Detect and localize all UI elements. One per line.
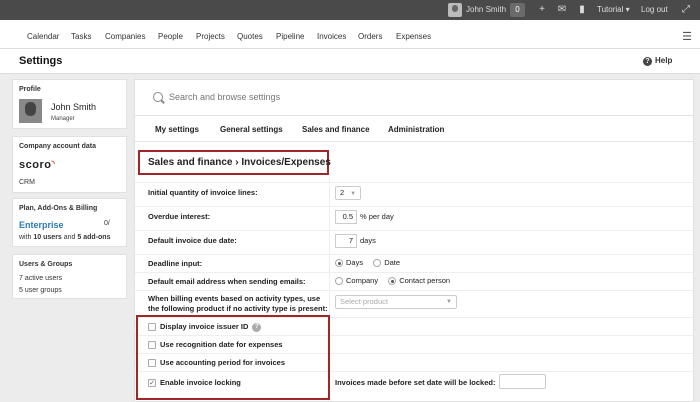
- plan-card[interactable]: Plan, Add-Ons & Billing Enterprise 0/ wi…: [12, 198, 127, 247]
- logo-mark-icon: ◝: [51, 159, 56, 168]
- mail-icon[interactable]: ✉: [556, 4, 568, 16]
- billing-product-label: When billing events based on activity ty…: [148, 294, 328, 313]
- plus-icon[interactable]: +: [536, 4, 548, 16]
- section-title-box: Sales and finance › Invoices/Expenses: [138, 150, 331, 175]
- user-groups-count: 5 user groups: [19, 287, 62, 294]
- nav-item-projects[interactable]: Projects: [196, 32, 225, 41]
- settings-tabs: My settings General settings Sales and f…: [135, 116, 693, 142]
- nav-item-companies[interactable]: Companies: [105, 32, 145, 41]
- overdue-interest-value: 0.5% per day: [335, 210, 394, 224]
- setting-row-default-email: Default email address when sending email…: [135, 272, 693, 290]
- page-title: Settings: [19, 55, 63, 67]
- plan-name[interactable]: Enterprise: [19, 220, 64, 230]
- overdue-interest-input[interactable]: 0.5: [335, 210, 357, 224]
- settings-header: Settings ? Help: [0, 49, 700, 74]
- nav-item-orders[interactable]: Orders: [358, 32, 382, 41]
- hamburger-menu-icon[interactable]: ☰: [682, 30, 692, 43]
- tab-sales-and-finance[interactable]: Sales and finance: [302, 125, 370, 134]
- radio-icon: [373, 259, 382, 268]
- tab-administration[interactable]: Administration: [388, 125, 444, 134]
- overdue-interest-label: Overdue interest:: [148, 212, 211, 221]
- plan-count: 0/: [104, 220, 110, 227]
- setting-row-due-date: Default invoice due date: 7 days: [135, 230, 693, 252]
- deadline-input-label: Deadline input:: [148, 259, 203, 268]
- tab-general-settings[interactable]: General settings: [220, 125, 283, 134]
- logout-link[interactable]: Log out: [641, 5, 668, 14]
- deadline-option-date[interactable]: Date: [373, 258, 400, 268]
- radio-selected-icon: [388, 277, 397, 286]
- top-bar: John Smith 0 + ✉ ▮ Tutorial ▾ Log out ⤢: [0, 0, 700, 20]
- bookmark-icon[interactable]: ▮: [576, 4, 588, 16]
- nav-item-invoices[interactable]: Invoices: [317, 32, 346, 41]
- billing-product-select[interactable]: Select product ▼: [335, 295, 457, 309]
- email-option-company[interactable]: Company: [335, 276, 378, 286]
- company-logo: scoro◝: [19, 159, 56, 171]
- card-title: Company account data: [19, 143, 97, 150]
- card-title: Profile: [19, 86, 41, 93]
- deadline-option-days[interactable]: Days: [335, 258, 363, 268]
- chevron-down-icon: ▼: [350, 191, 357, 197]
- help-button[interactable]: ? Help: [643, 56, 672, 66]
- deadline-input-options: Days Date: [335, 258, 400, 268]
- email-option-contact-person[interactable]: Contact person: [388, 276, 450, 286]
- nav-item-expenses[interactable]: Expenses: [396, 32, 431, 41]
- nav-item-quotes[interactable]: Quotes: [237, 32, 263, 41]
- card-title: Plan, Add-Ons & Billing: [19, 205, 98, 212]
- company-card[interactable]: Company account data scoro◝ CRM: [12, 136, 127, 193]
- nav-item-people[interactable]: People: [158, 32, 183, 41]
- notification-count-badge[interactable]: 0: [510, 3, 525, 17]
- search-bar: [135, 80, 693, 116]
- user-name[interactable]: John Smith: [466, 5, 506, 14]
- nav-item-pipeline[interactable]: Pipeline: [276, 32, 304, 41]
- active-users-count: 7 active users: [19, 275, 63, 282]
- default-email-options: Company Contact person: [335, 276, 450, 286]
- user-avatar-small[interactable]: [448, 3, 462, 17]
- lock-date-input[interactable]: [499, 374, 546, 389]
- setting-row-billing-product: When billing events based on activity ty…: [135, 290, 693, 316]
- setting-row-invoice-lines: Initial quantity of invoice lines: 2 ▼: [135, 182, 693, 204]
- main-nav: Calendar Tasks Companies People Projects…: [0, 20, 700, 49]
- tutorial-dropdown[interactable]: Tutorial ▾: [597, 5, 630, 14]
- expand-icon[interactable]: ⤢: [680, 4, 692, 16]
- due-date-value: 7 days: [335, 234, 376, 248]
- settings-panel: My settings General settings Sales and f…: [134, 79, 694, 402]
- nav-item-calendar[interactable]: Calendar: [27, 32, 59, 41]
- default-email-label: Default email address when sending email…: [148, 277, 306, 286]
- avatar: [19, 99, 42, 123]
- setting-row-overdue-interest: Overdue interest: 0.5% per day: [135, 206, 693, 228]
- invoice-lines-select[interactable]: 2 ▼: [335, 186, 362, 200]
- question-icon: ?: [643, 57, 652, 66]
- search-icon: [153, 92, 163, 102]
- card-title: Users & Groups: [19, 261, 73, 268]
- search-input[interactable]: [169, 90, 569, 104]
- setting-row-deadline-input: Deadline input: Days Date: [135, 254, 693, 272]
- tab-my-settings[interactable]: My settings: [155, 125, 199, 134]
- due-date-input[interactable]: 7: [335, 234, 357, 248]
- radio-selected-icon: [335, 259, 343, 268]
- profile-name: John Smith: [51, 102, 97, 112]
- radio-icon: [335, 277, 343, 286]
- due-date-label: Default invoice due date:: [148, 236, 237, 245]
- plan-description: with 10 users and 5 add-ons: [19, 234, 111, 241]
- nav-item-tasks[interactable]: Tasks: [71, 32, 91, 41]
- chevron-down-icon: ▼: [446, 299, 452, 305]
- company-type: CRM: [19, 179, 35, 186]
- checkbox-highlight-box: [136, 315, 330, 400]
- profile-role: Manager: [51, 116, 75, 122]
- section-title: Sales and finance › Invoices/Expenses: [148, 157, 331, 168]
- lock-date-label: Invoices made before set date will be lo…: [335, 378, 496, 387]
- profile-card[interactable]: Profile John Smith Manager: [12, 79, 127, 129]
- invoice-lines-label: Initial quantity of invoice lines:: [148, 188, 258, 197]
- users-groups-card[interactable]: Users & Groups 7 active users 5 user gro…: [12, 254, 127, 299]
